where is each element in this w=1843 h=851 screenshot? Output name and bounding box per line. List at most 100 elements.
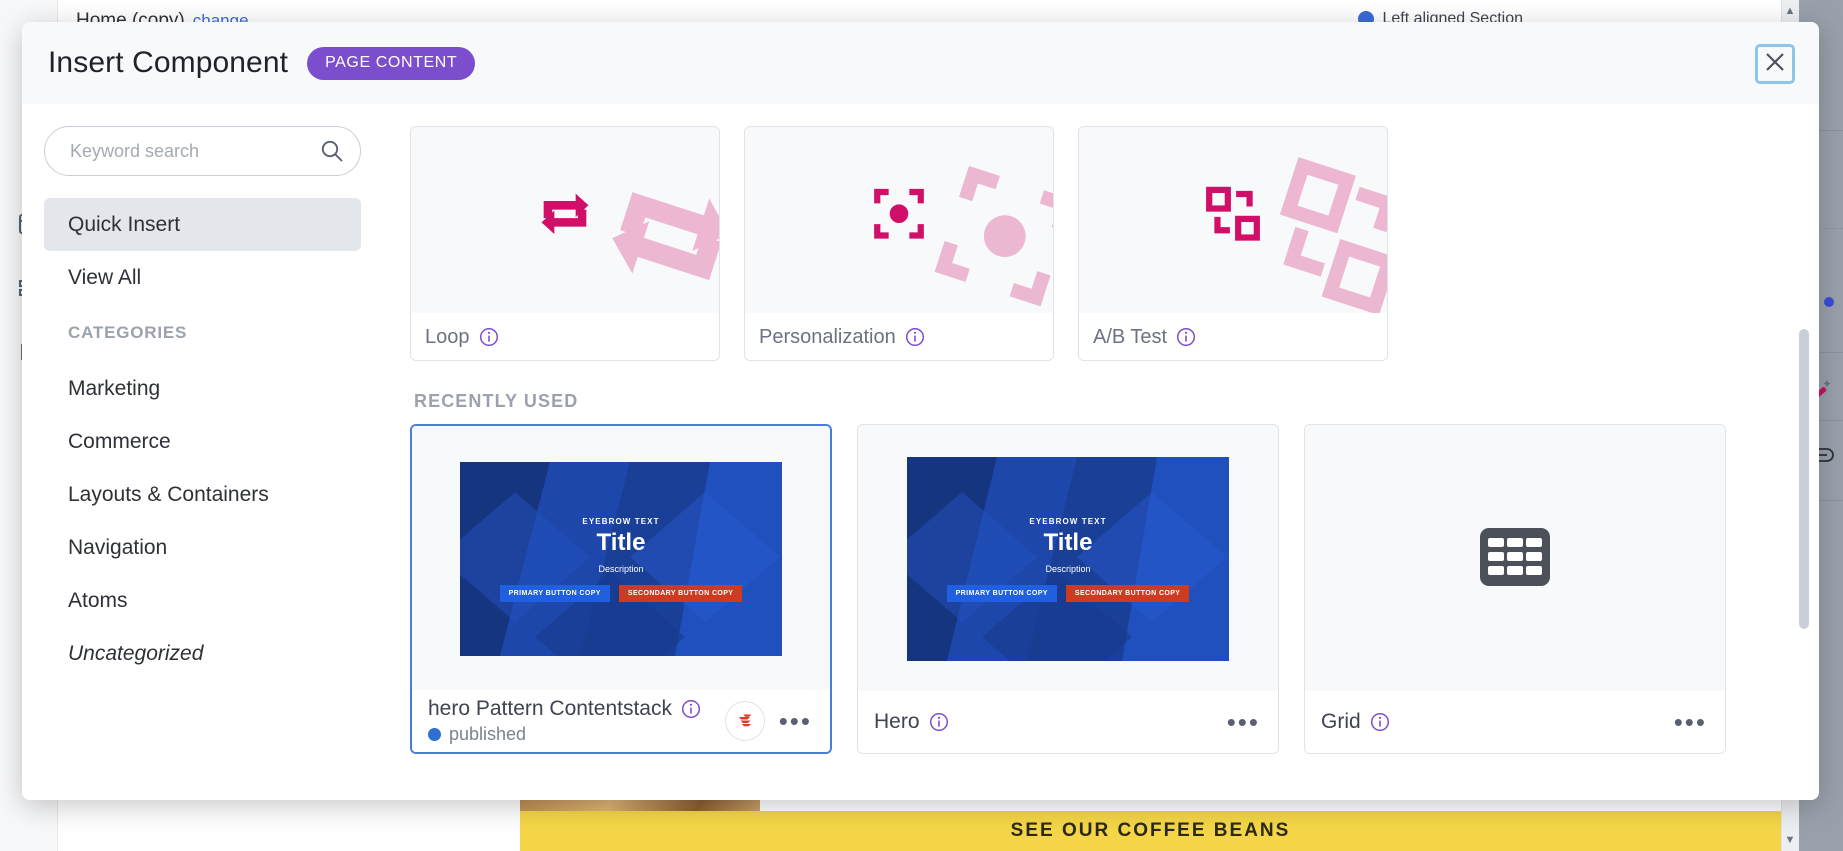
sidebar-item-label: Marketing: [68, 376, 161, 400]
status-dot-icon: [428, 728, 441, 741]
modal-scrollbar-thumb[interactable]: [1799, 329, 1809, 629]
card-title-row: hero Pattern Contentstack: [428, 697, 725, 721]
sidebar: Quick Insert View All CATEGORIES Marketi…: [22, 104, 392, 800]
modal-body: Quick Insert View All CATEGORIES Marketi…: [22, 104, 1819, 800]
sidebar-item-label: Layouts & Containers: [68, 482, 269, 506]
hero-description-text: Description: [598, 563, 644, 574]
recently-used-heading: RECENTLY USED: [414, 391, 579, 411]
card-label: Personalization: [759, 325, 896, 348]
search-input[interactable]: [44, 126, 361, 176]
card-artwork: [745, 127, 1053, 313]
card-artwork: EYEBROW TEXT Title Description PRIMARY B…: [412, 426, 830, 692]
page-title: Insert Component: [48, 46, 289, 79]
content-panel: Loop Personalization A/B Test RECENTLY U…: [392, 104, 1819, 800]
info-icon[interactable]: [905, 327, 925, 347]
card-title-row: Hero: [874, 710, 1225, 734]
search-field: [44, 126, 361, 176]
card-footer: hero Pattern Contentstack published •••: [412, 690, 830, 752]
close-icon: [1764, 51, 1786, 78]
sidebar-item-view-all[interactable]: View All: [44, 251, 361, 304]
hero-thumbnail: EYEBROW TEXT Title Description PRIMARY B…: [460, 462, 782, 656]
quick-insert-card-personalization[interactable]: Personalization: [744, 126, 1054, 361]
info-icon[interactable]: [479, 327, 499, 347]
sidebar-item-label: View All: [68, 265, 142, 289]
grid-icon: [1479, 527, 1551, 592]
card-footer: Grid •••: [1305, 691, 1725, 753]
hero-primary-button: PRIMARY BUTTON COPY: [946, 584, 1057, 602]
sidebar-item-layouts-containers[interactable]: Layouts & Containers: [44, 468, 361, 521]
personalization-icon-ghost: [912, 151, 1053, 313]
card-footer: Loop: [411, 313, 719, 360]
card-title-block: Hero: [874, 710, 1225, 734]
sidebar-item-quick-insert[interactable]: Quick Insert: [44, 198, 361, 251]
card-label: A/B Test: [1093, 325, 1168, 348]
scroll-up-icon[interactable]: ▲: [1783, 4, 1797, 18]
hero-secondary-button: SECONDARY BUTTON COPY: [1065, 584, 1190, 602]
card-title-block: Grid: [1321, 710, 1672, 734]
card-label: hero Pattern Contentstack: [428, 697, 672, 720]
sidebar-item-uncategorized[interactable]: Uncategorized: [44, 627, 361, 680]
sidebar-item-atoms[interactable]: Atoms: [44, 574, 361, 627]
hero-facet-pattern: [460, 462, 782, 656]
loop-icon-ghost: [578, 151, 719, 313]
contentstack-logo-icon: [724, 701, 765, 741]
status-label: published: [449, 724, 527, 744]
scroll-down-icon[interactable]: ▼: [1783, 833, 1797, 847]
loop-icon: [533, 186, 597, 247]
sidebar-item-marketing[interactable]: Marketing: [44, 362, 361, 415]
sidebar-item-label: Quick Insert: [68, 212, 181, 236]
recently-used-card-hero-pattern-contentstack[interactable]: EYEBROW TEXT Title Description PRIMARY B…: [410, 424, 832, 754]
sidebar-item-label: Atoms: [68, 588, 128, 612]
quick-insert-row: Loop Personalization A/B Test: [410, 126, 1783, 361]
status-badge: PAGE CONTENT: [307, 46, 476, 80]
info-icon[interactable]: [929, 712, 949, 732]
info-icon[interactable]: [681, 699, 701, 719]
sidebar-categories-heading: CATEGORIES: [68, 323, 188, 342]
kebab-menu-icon[interactable]: •••: [1672, 709, 1709, 735]
quick-insert-card-loop[interactable]: Loop: [410, 126, 720, 361]
sidebar-item-commerce[interactable]: Commerce: [44, 415, 361, 468]
insert-component-modal: Insert Component PAGE CONTENT Keyword se…: [22, 22, 1819, 800]
card-footer: Personalization: [745, 313, 1053, 360]
card-label: Loop: [425, 325, 470, 348]
sidebar-item-label: Uncategorized: [68, 641, 204, 665]
info-icon[interactable]: [1370, 712, 1390, 732]
card-artwork: EYEBROW TEXT Title Description PRIMARY B…: [858, 425, 1278, 693]
sidebar-item-label: Commerce: [68, 429, 171, 453]
ab-test-icon: [1204, 185, 1262, 248]
card-title-row: Grid: [1321, 710, 1672, 734]
kebab-menu-icon[interactable]: •••: [777, 708, 814, 734]
card-footer: Hero •••: [858, 691, 1278, 753]
hero-description-text: Description: [1045, 563, 1091, 574]
card-label: Grid: [1321, 710, 1361, 733]
hero-thumbnail: EYEBROW TEXT Title Description PRIMARY B…: [907, 457, 1229, 661]
card-artwork: [411, 127, 719, 313]
info-icon[interactable]: [1176, 327, 1196, 347]
hero-title-text: Title: [1043, 528, 1093, 556]
hero-eyebrow-text: EYEBROW TEXT: [582, 516, 660, 526]
page-banner: SEE OUR COFFEE BEANS: [520, 811, 1781, 851]
modal-header: Insert Component PAGE CONTENT: [22, 22, 1819, 104]
hero-secondary-button: SECONDARY BUTTON COPY: [618, 584, 743, 602]
page-banner-text: SEE OUR COFFEE BEANS: [1010, 820, 1291, 841]
recently-used-row: EYEBROW TEXT Title Description PRIMARY B…: [410, 424, 1783, 754]
card-artwork: [1305, 425, 1725, 693]
hero-buttons: PRIMARY BUTTON COPY SECONDARY BUTTON COP…: [946, 584, 1190, 602]
quick-insert-card-ab-test[interactable]: A/B Test: [1078, 126, 1388, 361]
hero-eyebrow-text: EYEBROW TEXT: [1029, 516, 1107, 526]
search-icon[interactable]: [320, 139, 344, 163]
close-button[interactable]: [1755, 44, 1795, 84]
ab-test-icon-ghost: [1246, 151, 1387, 313]
sidebar-item-navigation[interactable]: Navigation: [44, 521, 361, 574]
kebab-menu-icon[interactable]: •••: [1225, 709, 1262, 735]
status-badge: published: [428, 724, 725, 745]
personalization-icon: [870, 185, 928, 248]
recently-used-card-hero[interactable]: EYEBROW TEXT Title Description PRIMARY B…: [857, 424, 1279, 754]
hero-primary-button: PRIMARY BUTTON COPY: [499, 584, 610, 602]
hero-buttons: PRIMARY BUTTON COPY SECONDARY BUTTON COP…: [499, 584, 743, 602]
card-footer: A/B Test: [1079, 313, 1387, 360]
card-artwork: [1079, 127, 1387, 313]
card-label: Hero: [874, 710, 920, 733]
hero-title-text: Title: [596, 528, 646, 556]
recently-used-card-grid[interactable]: Grid •••: [1304, 424, 1726, 754]
